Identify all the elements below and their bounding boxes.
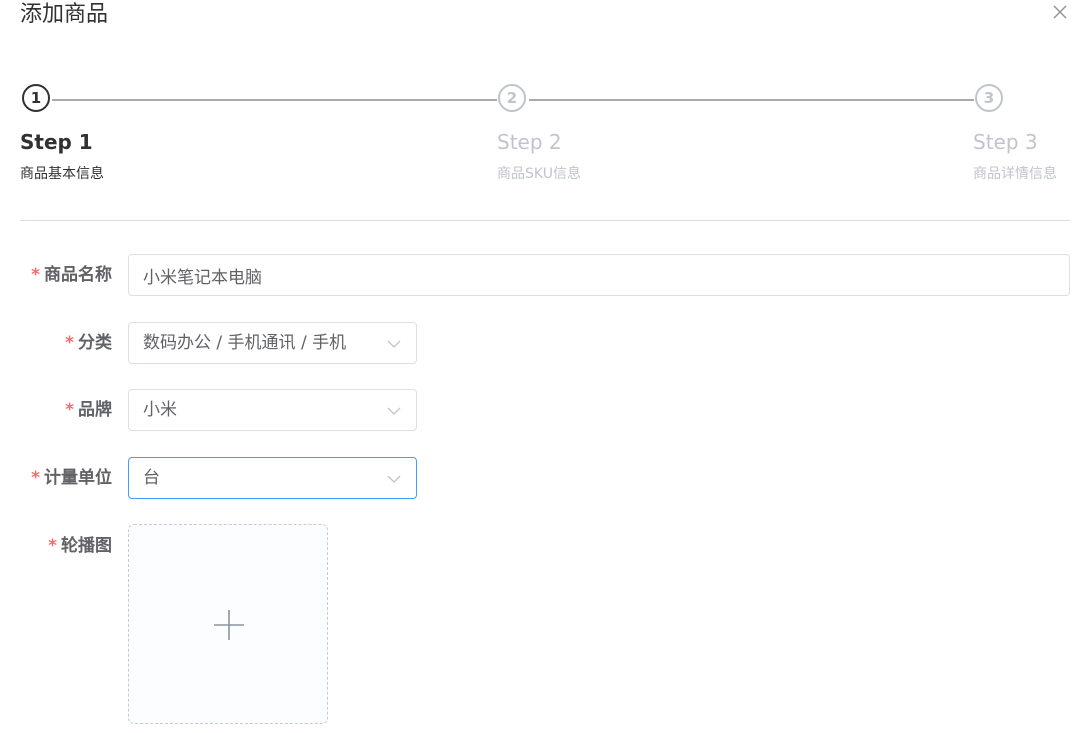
carousel-label-text: 轮播图: [61, 536, 112, 556]
unit-value: 台: [143, 468, 160, 488]
steps-bar: 1 Step 1 商品基本信息 2 Step 2 商品SKU信息 3 Step …: [0, 0, 1085, 200]
name-label: * 商品名称: [31, 254, 112, 296]
carousel-upload-button[interactable]: [128, 524, 328, 724]
category-label-text: 分类: [78, 333, 112, 353]
name-label-text: 商品名称: [44, 265, 112, 285]
step-2-description: 商品SKU信息: [497, 166, 581, 182]
required-mark: *: [65, 333, 74, 353]
step-2-number: 2: [498, 84, 526, 112]
add-product-dialog: 添加商品 1 Step 1 商品基本信息 2 Step 2 商品SKU信息 3 …: [0, 0, 1085, 733]
category-value: 数码办公 / 手机通讯 / 手机: [143, 333, 347, 353]
product-name-input[interactable]: [128, 254, 1070, 296]
step-1-title: Step 1: [20, 130, 93, 154]
step-3-number: 3: [975, 84, 1003, 112]
step-3-title: Step 3: [973, 130, 1038, 154]
required-mark: *: [65, 400, 74, 420]
chevron-down-icon: [387, 475, 401, 483]
brand-value: 小米: [143, 400, 177, 420]
brand-label: * 品牌: [65, 389, 112, 431]
step-connector-1: [52, 99, 497, 101]
step-1-number: 1: [22, 84, 50, 112]
step-1-description: 商品基本信息: [20, 166, 104, 182]
required-mark: *: [31, 468, 40, 488]
required-mark: *: [31, 265, 40, 285]
unit-select[interactable]: 台: [128, 457, 417, 499]
carousel-label: * 轮播图: [48, 525, 112, 567]
step-3-description: 商品详情信息: [973, 166, 1057, 182]
divider: [20, 220, 1070, 221]
unit-label-text: 计量单位: [44, 468, 112, 488]
step-connector-2: [529, 99, 974, 101]
brand-select[interactable]: 小米: [128, 389, 417, 431]
required-mark: *: [48, 536, 57, 556]
step-2-title: Step 2: [497, 130, 562, 154]
chevron-down-icon: [387, 407, 401, 415]
category-cascader[interactable]: 数码办公 / 手机通讯 / 手机: [128, 322, 417, 364]
brand-label-text: 品牌: [78, 400, 112, 420]
unit-label: * 计量单位: [31, 457, 112, 499]
category-label: * 分类: [65, 322, 112, 364]
chevron-down-icon: [387, 340, 401, 348]
plus-icon: [214, 610, 244, 640]
